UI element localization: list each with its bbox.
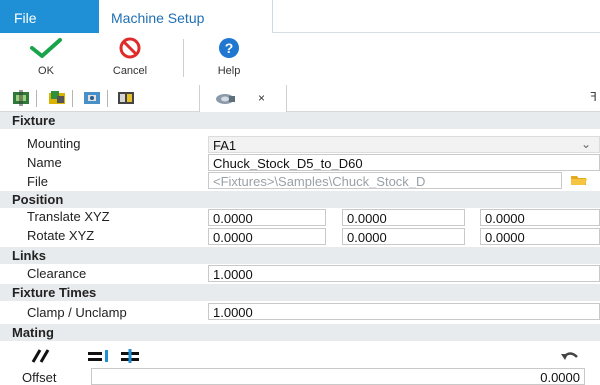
machine-part-icon [216, 94, 235, 104]
tool-strip: × ꟻ [0, 85, 600, 112]
rotate-x-input[interactable]: 0.0000 [208, 228, 326, 245]
rotate-y-input[interactable]: 0.0000 [342, 228, 465, 245]
section-position[interactable]: Position [0, 191, 600, 208]
section-fixture[interactable]: Fixture [0, 112, 600, 129]
section-links[interactable]: Links [0, 247, 600, 264]
active-tool-tab[interactable]: × [199, 85, 287, 112]
tab-machine-setup[interactable]: Machine Setup [99, 0, 273, 33]
pin-icon[interactable]: ꟻ [590, 90, 597, 104]
check-icon [30, 38, 62, 58]
rotate-z-input[interactable]: 0.0000 [480, 228, 600, 245]
translate-xyz-label: Translate XYZ [27, 209, 110, 224]
ribbon-panel: OK Cancel ? Help [0, 33, 600, 85]
rotate-xyz-label: Rotate XYZ [27, 228, 95, 243]
clearance-input[interactable]: 1.0000 [208, 265, 600, 282]
tool-separator [36, 90, 37, 107]
section-fixture-times[interactable]: Fixture Times [0, 284, 600, 301]
ok-button[interactable]: OK [22, 33, 70, 83]
cancel-icon [119, 37, 141, 59]
undo-icon[interactable] [560, 349, 580, 363]
clearance-label: Clearance [27, 266, 87, 281]
tool-separator [72, 90, 73, 107]
tool-separator [107, 90, 108, 107]
ribbon-tabbar: File Machine Setup [0, 0, 600, 33]
cancel-button[interactable]: Cancel [95, 33, 165, 83]
help-icon: ? [219, 38, 239, 58]
setup-tool-icon[interactable] [12, 90, 30, 106]
cancel-label: Cancel [112, 65, 148, 77]
file-label: File [27, 174, 48, 189]
chevron-down-icon[interactable]: ⌄ [581, 137, 591, 151]
mounting-value: FA1 [213, 138, 237, 153]
section-mating[interactable]: Mating [0, 324, 600, 341]
ribbon-separator [183, 39, 184, 77]
name-input[interactable]: Chuck_Stock_D5_to_D60 [208, 154, 600, 171]
help-label: Help [217, 65, 241, 77]
fixture-tool-icon[interactable] [83, 90, 101, 106]
mounting-label: Mounting [27, 136, 81, 151]
clamp-unclamp-input[interactable]: 1.0000 [208, 303, 600, 320]
translate-y-input[interactable]: 0.0000 [342, 209, 465, 226]
name-label: Name [27, 155, 62, 170]
translate-x-input[interactable]: 0.0000 [208, 209, 326, 226]
parallel-icon[interactable] [30, 349, 52, 363]
close-tab-icon[interactable]: × [258, 91, 265, 105]
align-icon[interactable] [86, 349, 112, 363]
center-icon[interactable] [119, 349, 141, 363]
clamp-unclamp-label: Clamp / Unclamp [27, 305, 127, 320]
offset-input[interactable]: 0.0000 [91, 368, 585, 385]
stock-tool-icon[interactable] [48, 90, 66, 106]
table-tool-icon[interactable] [117, 90, 135, 106]
svg-text:?: ? [225, 40, 234, 56]
mounting-select[interactable]: FA1 ⌄ [208, 136, 600, 153]
file-input[interactable]: <Fixtures>\Samples\Chuck_Stock_D [208, 172, 562, 189]
help-button[interactable]: ? Help [203, 33, 255, 83]
ok-label: OK [38, 65, 54, 77]
offset-label: Offset [22, 370, 57, 385]
folder-icon[interactable] [570, 173, 588, 187]
tab-file[interactable]: File [0, 0, 99, 33]
translate-z-input[interactable]: 0.0000 [480, 209, 600, 226]
